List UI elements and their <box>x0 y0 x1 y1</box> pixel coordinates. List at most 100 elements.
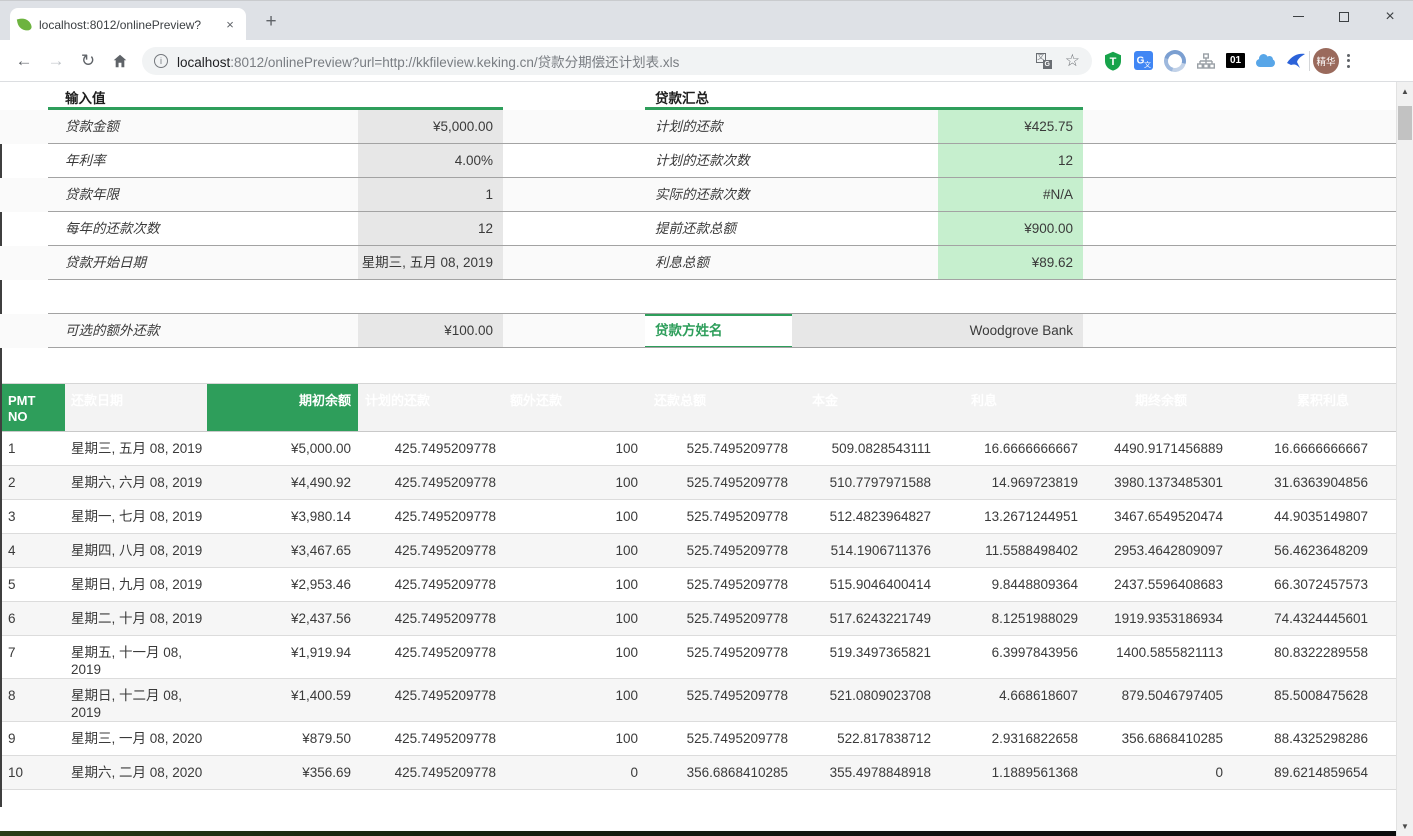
cell-ending-balance: 2953.4642809097 <box>1085 534 1230 567</box>
scrollbar-thumb[interactable] <box>1398 106 1412 140</box>
cell-ending-balance: 3980.1373485301 <box>1085 466 1230 499</box>
cell-extra-payment: 100 <box>503 534 645 567</box>
translate-page-icon[interactable]: 文G <box>1036 53 1052 69</box>
cell-total-payment: 356.6868410285 <box>645 756 795 789</box>
cell-ending-balance: 4490.9171456889 <box>1085 432 1230 465</box>
cell-extra-payment: 100 <box>503 602 645 635</box>
cell-scheduled-payment: 425.7495209778 <box>358 722 503 755</box>
cell-payment-date: 星期五, 十一月 08, 2019 <box>65 636 207 678</box>
browser-tab[interactable]: localhost:8012/onlinePreview? × <box>10 8 246 41</box>
cell-cumulative-interest: 88.4325298286 <box>1230 722 1375 755</box>
cell-principal: 509.0828543111 <box>795 432 938 465</box>
header-cell: 计划的还款 <box>358 384 503 431</box>
schedule-row: 10 星期六, 二月 08, 2020 ¥356.69 425.74952097… <box>0 756 1396 790</box>
schedule-body: 1 星期三, 五月 08, 2019 ¥5,000.00 425.7495209… <box>0 432 1396 790</box>
refresh-button[interactable]: ↻ <box>72 45 104 77</box>
cell-pmt-no: 6 <box>0 602 65 635</box>
tab-close-icon[interactable]: × <box>222 17 238 32</box>
header-cell: 期初余额 <box>207 384 358 431</box>
cell-principal: 355.4978848918 <box>795 756 938 789</box>
input-label: 可选的额外还款 <box>48 314 358 347</box>
cell-principal: 521.0809023708 <box>795 679 938 721</box>
cell-total-payment: 525.7495209778 <box>645 722 795 755</box>
cell-interest: 9.8448809364 <box>938 568 1085 601</box>
summary-label: 实际的还款次数 <box>645 178 938 211</box>
vertical-scrollbar[interactable]: ▲ ▼ <box>1396 82 1413 836</box>
cell-total-payment: 525.7495209778 <box>645 679 795 721</box>
input-value: 1 <box>358 178 503 211</box>
back-button[interactable]: ← <box>8 45 40 77</box>
summary-label: 利息总额 <box>645 246 938 279</box>
summary-rows: 贷款金额 ¥5,000.00 计划的还款 ¥425.75 年利率 4.00% 计… <box>0 110 1396 280</box>
bird-extension-icon[interactable] <box>1286 51 1306 71</box>
bookmark-star-icon[interactable]: ☆ <box>1065 51 1080 71</box>
cell-extra-payment: 100 <box>503 500 645 533</box>
info-icon[interactable]: i <box>154 54 168 68</box>
new-tab-button[interactable]: + <box>258 9 284 35</box>
summary-row: 贷款年限 1 实际的还款次数 #N/A <box>0 178 1396 212</box>
cell-scheduled-payment: 425.7495209778 <box>358 466 503 499</box>
cell-pmt-no: 8 <box>0 679 65 721</box>
cell-extra-payment: 100 <box>503 636 645 678</box>
refresh-icon: ↻ <box>81 51 95 71</box>
summary-section-title: 贷款汇总 <box>655 87 709 107</box>
forward-button[interactable]: → <box>40 45 72 77</box>
header-cell: 利息 <box>938 384 1085 431</box>
schedule-row: 6 星期二, 十月 08, 2019 ¥2,437.56 425.7495209… <box>0 602 1396 636</box>
cell-total-payment: 525.7495209778 <box>645 636 795 678</box>
close-button[interactable]: × <box>1367 1 1413 32</box>
home-button[interactable] <box>104 45 136 77</box>
cell-scheduled-payment: 425.7495209778 <box>358 432 503 465</box>
browser-menu-icon[interactable] <box>1347 54 1350 68</box>
translate-extension-icon[interactable]: G文 <box>1134 51 1153 70</box>
cell-scheduled-payment: 425.7495209778 <box>358 636 503 678</box>
cell-payment-date: 星期日, 九月 08, 2019 <box>65 568 207 601</box>
cell-extra-payment: 100 <box>503 568 645 601</box>
summary-label: 计划的还款次数 <box>645 144 938 177</box>
badge-01-icon[interactable]: 01 <box>1226 53 1245 68</box>
cell-cumulative-interest: 74.4324445601 <box>1230 602 1375 635</box>
cell-pmt-no: 5 <box>0 568 65 601</box>
cell-interest: 16.6666666667 <box>938 432 1085 465</box>
header-cell: 本金 <box>795 384 938 431</box>
sitemap-extension-icon[interactable] <box>1197 53 1215 69</box>
cell-payment-date: 星期三, 五月 08, 2019 <box>65 432 207 465</box>
cell-interest: 6.3997843956 <box>938 636 1085 678</box>
summary-value: ¥425.75 <box>938 110 1083 143</box>
input-value: 4.00% <box>358 144 503 177</box>
cloud-extension-icon[interactable] <box>1256 55 1275 67</box>
back-icon: ← <box>16 51 33 71</box>
minimize-button[interactable] <box>1275 1 1321 32</box>
schedule-row: 3 星期一, 七月 08, 2019 ¥3,980.14 425.7495209… <box>0 500 1396 534</box>
proxy-ring-icon[interactable] <box>1164 50 1186 72</box>
section-headers-row: 输入值 贷款汇总 <box>0 82 1396 110</box>
cell-beginning-balance: ¥356.69 <box>207 756 358 789</box>
cell-extra-payment: 100 <box>503 722 645 755</box>
profile-avatar[interactable]: 精华 <box>1313 48 1339 74</box>
scroll-up-icon[interactable]: ▲ <box>1397 83 1413 100</box>
cell-payment-date: 星期三, 一月 08, 2020 <box>65 722 207 755</box>
spreadsheet-preview: 输入值 贷款汇总 贷款金额 ¥5,000.00 计划的还款 ¥425.75 年利… <box>0 82 1396 831</box>
address-bar[interactable]: i localhost:8012/onlinePreview?url=http:… <box>142 47 1092 75</box>
cell-cumulative-interest: 66.3072457573 <box>1230 568 1375 601</box>
input-label: 贷款金额 <box>48 110 358 143</box>
schedule-header-row: PMT NO 还款日期 期初余额 计划的还款 额外还款 还款总额 本金 利息 期… <box>0 383 1396 432</box>
cell-interest: 2.9316822658 <box>938 722 1085 755</box>
cell-cumulative-interest: 44.9035149807 <box>1230 500 1375 533</box>
cell-principal: 510.7797971588 <box>795 466 938 499</box>
tampermonkey-shield-icon[interactable]: T <box>1103 51 1123 71</box>
cell-beginning-balance: ¥2,437.56 <box>207 602 358 635</box>
cell-extra-payment: 0 <box>503 756 645 789</box>
cell-total-payment: 525.7495209778 <box>645 568 795 601</box>
url-text: localhost:8012/onlinePreview?url=http://… <box>177 51 1028 71</box>
cell-payment-date: 星期二, 十月 08, 2019 <box>65 602 207 635</box>
scroll-down-icon[interactable]: ▼ <box>1397 818 1413 835</box>
extensions-area: T G文 01 <box>1103 50 1306 72</box>
spacer <box>0 348 1396 383</box>
cell-interest: 4.668618607 <box>938 679 1085 721</box>
cell-scheduled-payment: 425.7495209778 <box>358 534 503 567</box>
maximize-button[interactable] <box>1321 1 1367 32</box>
schedule-row: 7 星期五, 十一月 08, 2019 ¥1,919.94 425.749520… <box>0 636 1396 679</box>
tab-title: localhost:8012/onlinePreview? <box>39 18 218 32</box>
cell-interest: 11.5588498402 <box>938 534 1085 567</box>
